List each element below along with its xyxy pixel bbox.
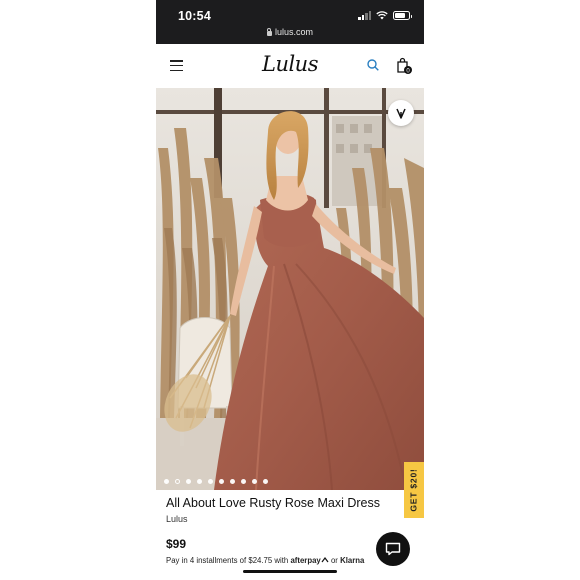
installments-with: with	[274, 556, 289, 565]
gallery-dot[interactable]	[186, 479, 191, 484]
product-price: $99	[166, 537, 187, 551]
status-bar: 10:54 lulus.com	[156, 0, 424, 44]
wishlist-button[interactable]	[388, 100, 414, 126]
chat-button[interactable]	[376, 532, 410, 566]
gallery-dot[interactable]	[197, 479, 202, 484]
search-icon[interactable]	[367, 59, 379, 71]
wifi-icon	[376, 11, 388, 20]
shopping-bag-icon[interactable]: 0	[396, 57, 412, 75]
product-image[interactable]	[156, 88, 424, 490]
gallery-dot-active[interactable]	[175, 479, 180, 484]
gallery-dot[interactable]	[230, 479, 235, 484]
gallery-dot[interactable]	[219, 479, 224, 484]
promo-label: GET $20!	[409, 468, 419, 512]
phone-screen: 10:54 lulus.com Lulus 0 GET $20! All Abo…	[156, 0, 424, 580]
afterpay-icon	[321, 557, 329, 563]
site-header: Lulus 0	[156, 44, 424, 88]
product-brand[interactable]: Lulus	[166, 514, 188, 524]
installments-or: or	[330, 556, 338, 565]
heart-icon	[396, 108, 406, 119]
status-icons	[358, 11, 412, 20]
url-text: lulus.com	[274, 27, 313, 37]
gallery-dot[interactable]	[241, 479, 246, 484]
signal-icon	[358, 11, 371, 20]
installments-text: Pay in 4 installments of $24.75 with aft…	[166, 556, 364, 565]
status-time: 10:54	[178, 9, 211, 23]
address-bar[interactable]: lulus.com	[156, 27, 424, 37]
afterpay-logo[interactable]: afterpay	[290, 556, 320, 565]
chat-bubble-icon	[385, 542, 401, 556]
gallery-pagination	[164, 479, 268, 484]
home-indicator	[243, 570, 337, 573]
lulus-logo[interactable]: Lulus	[156, 52, 424, 76]
installment-amount: $24.75	[248, 556, 273, 565]
klarna-logo[interactable]: Klarna	[340, 556, 364, 565]
product-title: All About Love Rusty Rose Maxi Dress	[166, 496, 380, 510]
promo-tab[interactable]: GET $20!	[404, 462, 424, 518]
gallery-dot[interactable]	[208, 479, 213, 484]
gallery-dot[interactable]	[263, 479, 268, 484]
battery-icon	[393, 11, 412, 20]
product-photo	[156, 88, 424, 490]
lock-icon	[266, 27, 272, 36]
gallery-dot[interactable]	[252, 479, 257, 484]
gallery-dot[interactable]	[164, 479, 169, 484]
installments-prefix: Pay in 4 installments of	[166, 556, 247, 565]
